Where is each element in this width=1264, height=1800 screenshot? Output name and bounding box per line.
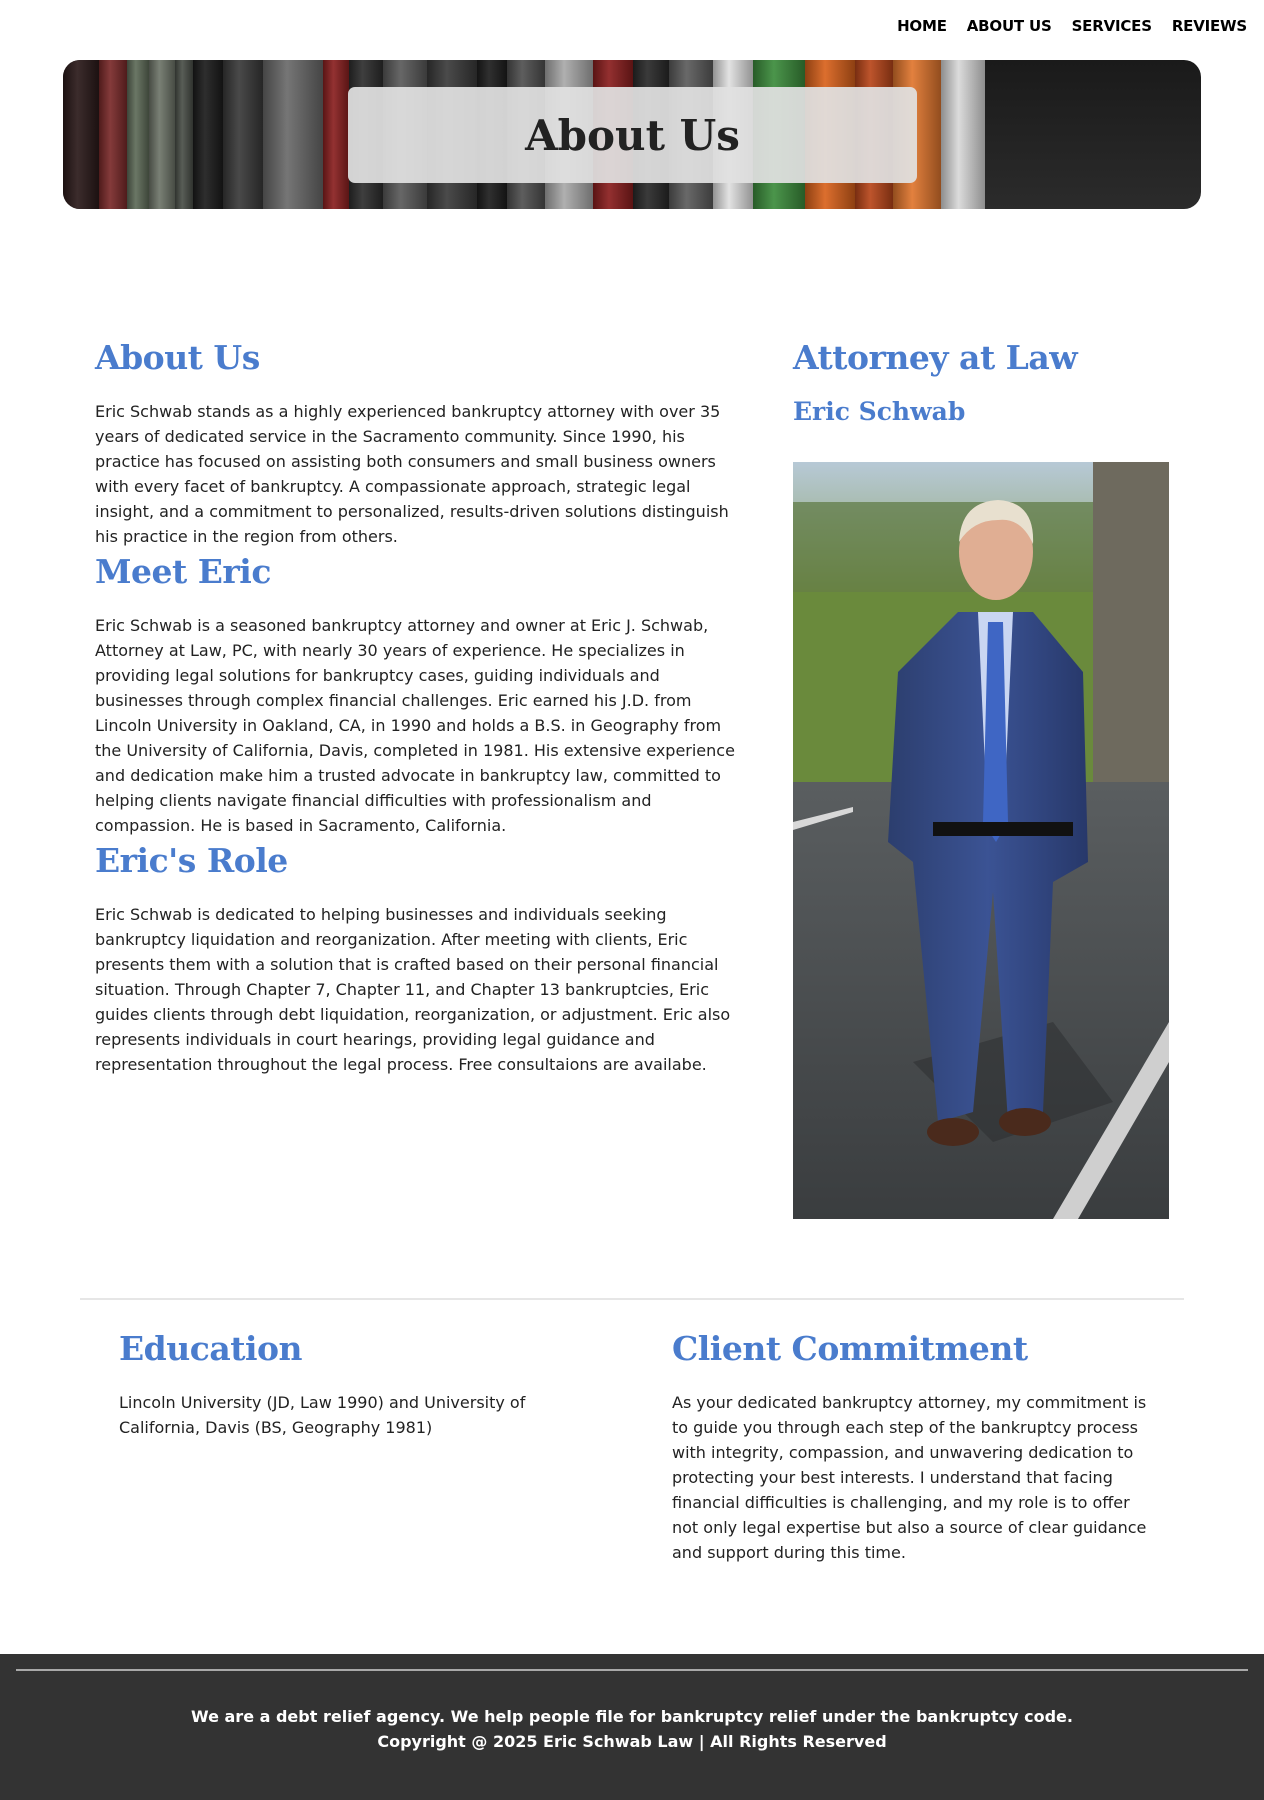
nav-services-link[interactable]: SERVICES bbox=[1072, 17, 1152, 35]
about-text: Eric Schwab stands as a highly experienc… bbox=[95, 402, 729, 546]
education-heading: Education bbox=[119, 1329, 302, 1368]
debt-relief-disclaimer: We are a debt relief agency. We help peo… bbox=[191, 1707, 1073, 1726]
attorney-sidebar: Attorney at Law Eric Schwab bbox=[793, 335, 1169, 429]
book-spine bbox=[323, 60, 349, 209]
page-title: About Us bbox=[525, 110, 740, 160]
attorney-photo bbox=[793, 462, 1169, 1219]
client-commitment-heading: Client Commitment bbox=[672, 1329, 1028, 1368]
nav-about-link[interactable]: ABOUT US bbox=[967, 17, 1052, 35]
footer-divider bbox=[16, 1669, 1248, 1671]
nav-home-link[interactable]: HOME bbox=[897, 17, 947, 35]
top-navigation: HOME ABOUT US SERVICES REVIEWS bbox=[897, 17, 1247, 35]
attorney-portrait-image bbox=[793, 462, 1169, 1219]
book-spine bbox=[175, 60, 193, 209]
attorney-heading: Attorney at Law bbox=[793, 338, 1078, 377]
book-spine bbox=[99, 60, 127, 209]
book-spine bbox=[263, 60, 323, 209]
book-spine bbox=[149, 60, 175, 209]
footer-text: We are a debt relief agency. We help peo… bbox=[0, 1704, 1264, 1754]
book-spine bbox=[63, 60, 99, 209]
hero-banner: About Us bbox=[63, 60, 1201, 209]
erics-role-text: Eric Schwab is dedicated to helping busi… bbox=[95, 905, 731, 1074]
hero-title-card: About Us bbox=[348, 87, 917, 183]
meet-eric-text: Eric Schwab is a seasoned bankruptcy att… bbox=[95, 616, 735, 835]
about-heading: About Us bbox=[95, 338, 260, 377]
section-divider bbox=[80, 1298, 1184, 1300]
erics-role-heading: Eric's Role bbox=[95, 841, 288, 880]
nav-reviews-link[interactable]: REVIEWS bbox=[1172, 17, 1247, 35]
client-commitment-section: Client Commitment As your dedicated bank… bbox=[672, 1326, 1152, 1565]
education-section: Education Lincoln University (JD, Law 19… bbox=[119, 1326, 599, 1440]
book-spine bbox=[223, 60, 263, 209]
meet-eric-heading: Meet Eric bbox=[95, 552, 271, 591]
book-spine bbox=[127, 60, 149, 209]
main-content: About Us Eric Schwab stands as a highly … bbox=[95, 335, 740, 1077]
education-text: Lincoln University (JD, Law 1990) and Un… bbox=[119, 1393, 526, 1437]
client-commitment-text: As your dedicated bankruptcy attorney, m… bbox=[672, 1393, 1147, 1562]
attorney-name: Eric Schwab bbox=[793, 397, 966, 426]
book-spine bbox=[941, 60, 985, 209]
book-spine bbox=[193, 60, 223, 209]
copyright-notice: Copyright @ 2025 Eric Schwab Law | All R… bbox=[377, 1732, 887, 1751]
site-footer: We are a debt relief agency. We help peo… bbox=[0, 1654, 1264, 1800]
